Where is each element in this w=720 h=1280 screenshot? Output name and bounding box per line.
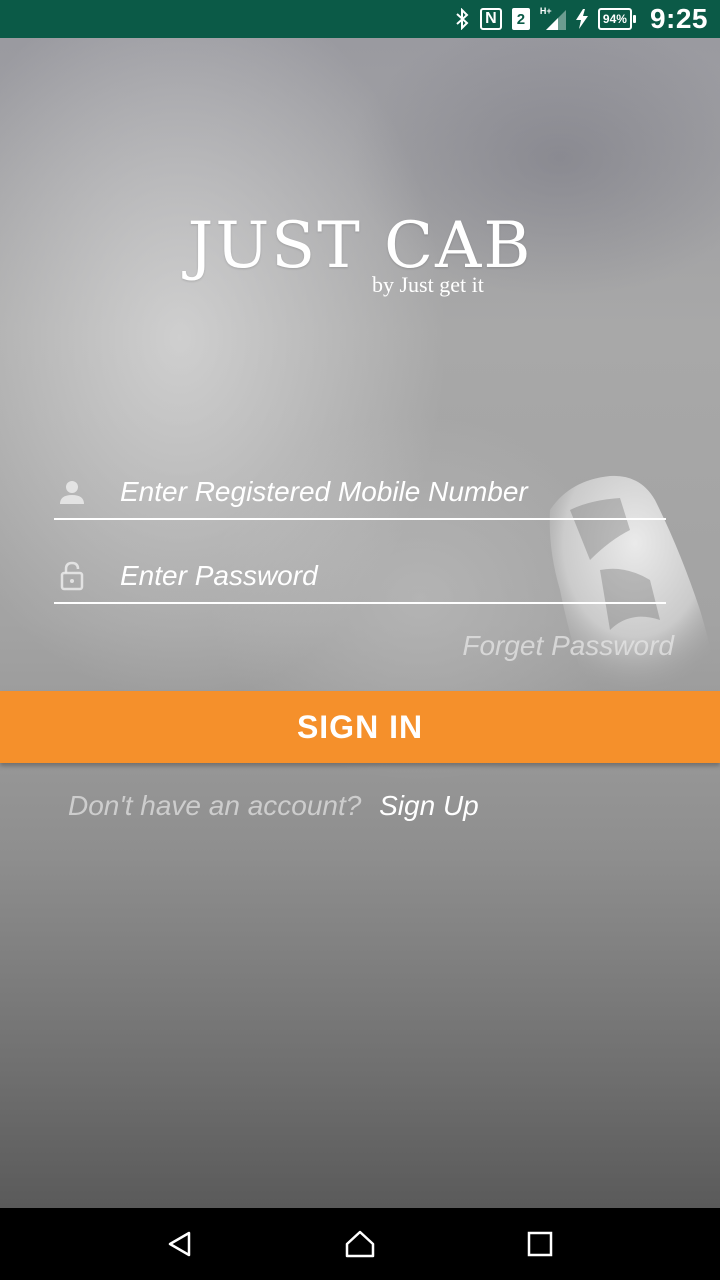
charging-icon [575,7,588,31]
person-icon [54,474,90,510]
signup-row: Don't have an account? Sign Up [68,790,479,822]
nfc-icon: N [479,8,502,30]
lock-icon [54,558,90,594]
home-icon[interactable] [340,1224,380,1264]
mobile-number-input[interactable] [120,476,666,508]
battery-icon: 94% [597,7,636,31]
signup-prompt: Don't have an account? [68,790,362,821]
logo-tagline: by Just get it [372,272,484,297]
status-bar: N 2 H+ 94% 9:25 [0,0,720,38]
password-field [54,550,666,604]
recents-icon[interactable] [520,1224,560,1264]
back-icon[interactable] [160,1224,200,1264]
battery-level: 94% [597,8,632,30]
sign-up-link[interactable]: Sign Up [379,790,479,821]
sign-in-button[interactable]: SIGN IN [0,691,720,763]
status-clock: 9:25 [649,3,708,34]
signal-icon: H+ [540,6,566,30]
app-logo: JUST CAB by Just get it [0,209,720,297]
mobile-number-field [54,466,666,520]
forgot-password-link[interactable]: Forget Password [462,630,674,662]
password-input[interactable] [120,560,666,592]
logo-title: JUST CAB [187,209,533,283]
login-screen: N 2 H+ 94% 9:25 JUST CAB by Just get it … [0,0,720,1280]
sim-icon: 2 [511,8,530,30]
navigation-bar [0,1208,720,1280]
bluetooth-icon [454,7,470,31]
